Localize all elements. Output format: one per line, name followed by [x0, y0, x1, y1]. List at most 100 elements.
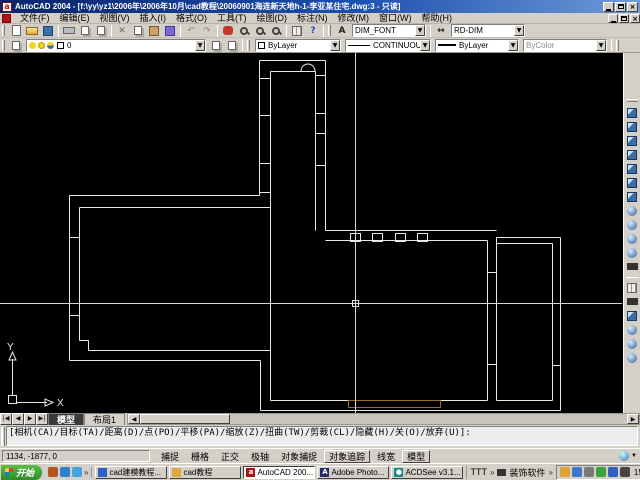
- menu-格式[interactable]: 格式(O): [171, 13, 212, 24]
- gouraud-shaded-button[interactable]: [625, 337, 640, 350]
- bottom-view-button[interactable]: [625, 134, 640, 147]
- taskbar-task-cad-doc[interactable]: cad建模教程...: [95, 466, 167, 479]
- document-icon[interactable]: [2, 14, 11, 23]
- cut-button[interactable]: ✕: [114, 24, 130, 37]
- tab-nav-next[interactable]: ▶: [24, 413, 36, 425]
- language-indicator[interactable]: TTT: [470, 467, 487, 477]
- menu-视图[interactable]: 视图(V): [95, 13, 135, 24]
- ne-isometric-button[interactable]: [625, 232, 640, 245]
- start-button[interactable]: 开始: [1, 465, 42, 480]
- color-combo-dropdown-icon[interactable]: ▼: [330, 40, 340, 51]
- status-toggle-7[interactable]: 模型: [402, 450, 430, 463]
- text-style-button[interactable]: A: [334, 24, 350, 37]
- scenes-button[interactable]: [625, 295, 640, 308]
- plot-button[interactable]: [61, 24, 77, 37]
- help-button[interactable]: ?: [305, 24, 321, 37]
- quick-launch-2[interactable]: [60, 467, 70, 477]
- status-toggle-4[interactable]: 对象捕捉: [276, 450, 322, 463]
- tab-model[interactable]: 模型: [48, 413, 84, 425]
- scroll-left-icon[interactable]: ◀: [128, 414, 140, 424]
- layer-combo[interactable]: 0▼: [26, 39, 206, 52]
- quick-launch-1[interactable]: [48, 467, 58, 477]
- copy-button[interactable]: [130, 24, 146, 37]
- layer-properties-manager-button[interactable]: [8, 39, 24, 52]
- scrollbar-thumb[interactable]: [140, 414, 230, 424]
- doc-close-button[interactable]: ×: [630, 14, 640, 23]
- named-views-button[interactable]: [625, 106, 640, 119]
- tab-nav-last[interactable]: ▶|: [36, 413, 48, 425]
- communication-center-icon[interactable]: [619, 451, 629, 461]
- tray-icon-1[interactable]: [560, 467, 570, 477]
- plotstyle-combo-dropdown-icon[interactable]: ▼: [596, 40, 606, 51]
- left-view-button[interactable]: [625, 148, 640, 161]
- paste-button[interactable]: [146, 24, 162, 37]
- scroll-right-icon[interactable]: ▶: [627, 414, 639, 424]
- doc-restore-button[interactable]: [619, 14, 629, 23]
- deskband-overflow-icon[interactable]: »: [548, 468, 552, 477]
- status-tray-arrow-icon[interactable]: ▼: [631, 453, 637, 459]
- status-toggle-5[interactable]: 对象追踪: [324, 450, 370, 463]
- status-toggle-0[interactable]: 捕捉: [156, 450, 184, 463]
- view-toolbar-grip[interactable]: [627, 99, 638, 102]
- color-combo[interactable]: ByLayer▼: [255, 39, 341, 52]
- render-button[interactable]: [625, 281, 640, 294]
- sw-isometric-button[interactable]: [625, 204, 640, 217]
- status-toggle-1[interactable]: 栅格: [186, 450, 214, 463]
- restore-button[interactable]: [615, 2, 626, 12]
- match-properties-button[interactable]: [162, 24, 178, 37]
- layer-combo-dropdown-icon[interactable]: ▼: [195, 40, 205, 51]
- make-object-layer-current-button[interactable]: [208, 39, 224, 52]
- doc-minimize-button[interactable]: [608, 14, 618, 23]
- open-button[interactable]: [24, 24, 40, 37]
- command-window-grip[interactable]: [1, 427, 5, 446]
- linetype-combo-dropdown-icon[interactable]: ▼: [420, 40, 430, 51]
- toolbar-overflow-icon[interactable]: »: [490, 468, 494, 477]
- status-toggle-3[interactable]: 极轴: [246, 450, 274, 463]
- taskbar-task-photoshop[interactable]: AAdobe Photo...: [317, 466, 389, 479]
- right-view-button[interactable]: [625, 162, 640, 175]
- camera-button[interactable]: [625, 260, 640, 273]
- lineweight-combo[interactable]: ByLayer▼: [435, 39, 519, 52]
- minimize-button[interactable]: [603, 2, 614, 12]
- tray-icon-6[interactable]: [620, 467, 630, 477]
- quick-launch-overflow-icon[interactable]: »: [84, 468, 88, 477]
- toolbar-grip[interactable]: [247, 40, 250, 51]
- menu-绘图[interactable]: 绘图(D): [252, 13, 293, 24]
- command-window[interactable]: [相机(CA)/目标(TA)/距离(D)/点(PO)/平移(PA)/缩放(Z)/…: [0, 425, 640, 448]
- plotstyle-combo[interactable]: ByColor▼: [523, 39, 607, 52]
- tray-icon-4[interactable]: [596, 467, 606, 477]
- linetype-combo[interactable]: CONTINUOUS▼: [345, 39, 431, 52]
- flat-shaded-button[interactable]: [625, 323, 640, 336]
- menu-标注[interactable]: 标注(N): [292, 13, 333, 24]
- zoom-realtime-button[interactable]: [236, 24, 252, 37]
- menu-帮助[interactable]: 帮助(H): [417, 13, 458, 24]
- close-button[interactable]: ×: [627, 2, 638, 12]
- taskbar-task-acdsee[interactable]: ●ACDSee v3.1...: [391, 466, 463, 479]
- save-button[interactable]: [40, 24, 56, 37]
- lineweight-combo-dropdown-icon[interactable]: ▼: [508, 40, 518, 51]
- menu-工具[interactable]: 工具(T): [212, 13, 252, 24]
- clock[interactable]: 15:50: [632, 468, 640, 477]
- menu-修改[interactable]: 修改(M): [333, 13, 375, 24]
- taskbar-task-autocad[interactable]: aAutoCAD 200...: [243, 466, 315, 479]
- dim-style-button[interactable]: ↔: [433, 24, 449, 37]
- tab-nav-first[interactable]: |◀: [0, 413, 12, 425]
- quick-launch-3[interactable]: [72, 467, 82, 477]
- status-toggle-6[interactable]: 线宽: [372, 450, 400, 463]
- coordinates-readout[interactable]: 1134, -1877, 0: [2, 450, 150, 462]
- toolbar-grip[interactable]: [328, 25, 331, 36]
- back-view-button[interactable]: [625, 190, 640, 203]
- plot-preview-button[interactable]: [77, 24, 93, 37]
- tray-icon-3[interactable]: [584, 467, 594, 477]
- menu-插入[interactable]: 插入(I): [135, 13, 172, 24]
- properties-button[interactable]: [289, 24, 305, 37]
- new-button[interactable]: [8, 24, 24, 37]
- shaded-with-edges-button[interactable]: [625, 351, 640, 364]
- toolbar-grip[interactable]: [2, 40, 5, 51]
- tray-icon-2[interactable]: [572, 467, 582, 477]
- dim-style-combo-dropdown-icon[interactable]: ▼: [514, 25, 524, 36]
- front-view-button[interactable]: [625, 176, 640, 189]
- toolbar-grip[interactable]: [616, 40, 619, 51]
- tab-nav-prev[interactable]: ◀: [12, 413, 24, 425]
- zoom-previous-button[interactable]: [268, 24, 284, 37]
